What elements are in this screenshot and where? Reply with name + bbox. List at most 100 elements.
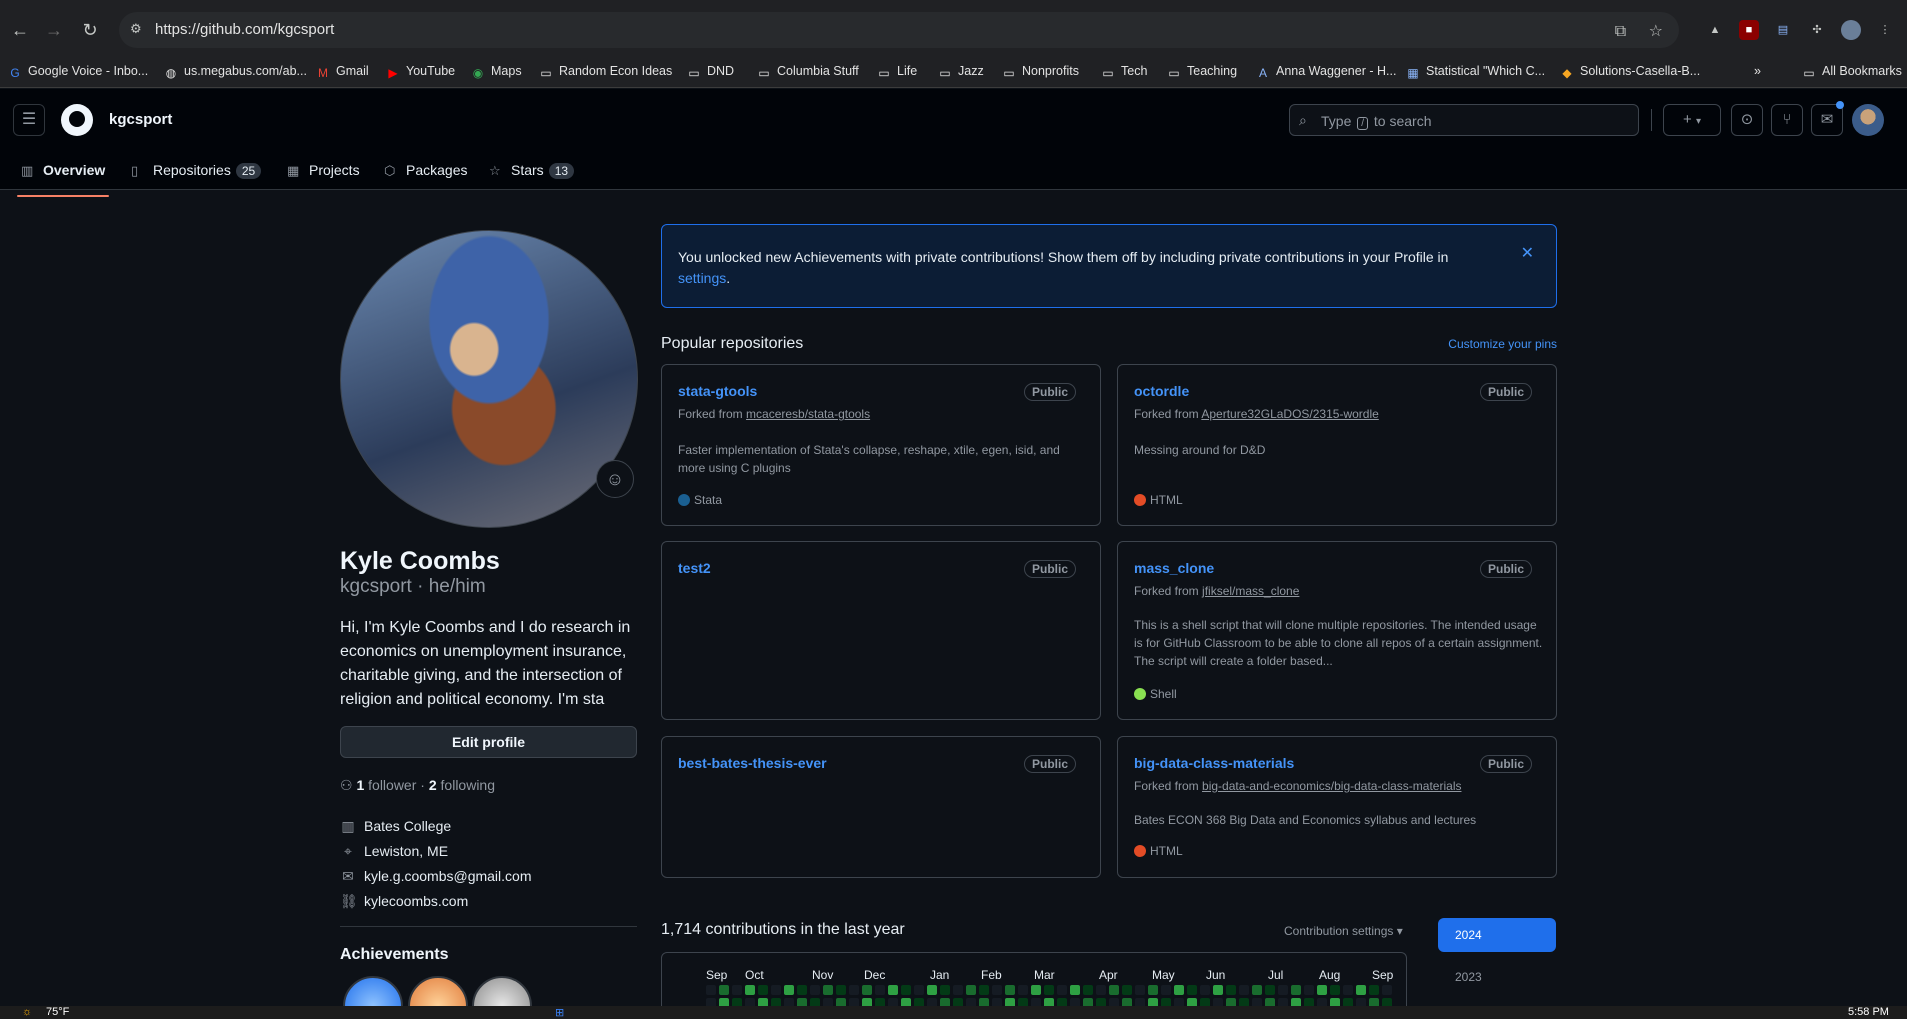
contribution-cell[interactable] [1304, 985, 1314, 995]
contribution-cell[interactable] [1252, 985, 1262, 995]
contribution-cell[interactable] [745, 985, 755, 995]
contribution-cell[interactable] [758, 985, 768, 995]
repo-card[interactable]: best-bates-thesis-ever Public [661, 736, 1101, 878]
contribution-cell[interactable] [1317, 985, 1327, 995]
year-2024-button[interactable]: 2024 [1438, 918, 1556, 952]
bookmark-google-voice[interactable]: G Google Voice - Inbo... [8, 64, 148, 80]
repo-card[interactable]: test2 Public [661, 541, 1101, 720]
forked-from-link[interactable]: mcaceresb/stata-gtools [746, 407, 870, 421]
contribution-cell[interactable] [901, 985, 911, 995]
following-count[interactable]: 2 [429, 777, 437, 793]
bookmark-solutions-casella[interactable]: ◆ Solutions-Casella-B... [1560, 64, 1700, 80]
close-icon[interactable]: ✕ [1521, 243, 1534, 263]
back-icon[interactable]: ← [8, 18, 32, 42]
contribution-cell[interactable] [875, 985, 885, 995]
bookmark-anna-waggener[interactable]: A Anna Waggener - H... [1256, 64, 1396, 80]
contribution-cell[interactable] [1005, 985, 1015, 995]
contribution-cell[interactable] [1239, 985, 1249, 995]
bookmark-youtube[interactable]: ▶ YouTube [386, 64, 455, 80]
bookmark-folder-columbia[interactable]: ▭ Columbia Stuff [757, 64, 858, 80]
site-settings-icon[interactable]: ⚙ [130, 21, 148, 39]
contribution-cell[interactable] [1161, 985, 1171, 995]
contribution-cell[interactable] [706, 985, 716, 995]
contribution-cell[interactable] [732, 985, 742, 995]
bookmark-folder-teaching[interactable]: ▭ Teaching [1167, 64, 1237, 80]
customize-pins-link[interactable]: Customize your pins [1448, 337, 1557, 351]
edit-profile-button[interactable]: Edit profile [340, 726, 637, 758]
repo-name-link[interactable]: best-bates-thesis-ever [678, 755, 827, 771]
contribution-cell[interactable] [771, 985, 781, 995]
repo-card[interactable]: big-data-class-materials Public Forked f… [1117, 736, 1557, 878]
contribution-cell[interactable] [1096, 985, 1106, 995]
user-avatar[interactable] [1852, 104, 1884, 136]
reload-icon[interactable]: ↻ [78, 18, 102, 42]
profile-website[interactable]: ⛓ kylecoombs.com [340, 893, 468, 910]
profile-avatar[interactable] [340, 230, 638, 528]
bookmark-gmail[interactable]: M Gmail [316, 64, 369, 80]
header-username[interactable]: kgcsport [109, 111, 172, 128]
contribution-cell[interactable] [719, 985, 729, 995]
more-bookmarks-button[interactable]: » [1754, 64, 1761, 78]
contribution-cell[interactable] [1200, 985, 1210, 995]
search-input[interactable]: ⌕ Type / to search [1289, 104, 1639, 136]
contribution-cell[interactable] [1148, 985, 1158, 995]
contribution-cell[interactable] [1070, 985, 1080, 995]
repo-card[interactable]: mass_clone Public Forked from jfiksel/ma… [1117, 541, 1557, 720]
contribution-cell[interactable] [1291, 985, 1301, 995]
tab-packages[interactable]: ⬡ Packages [384, 162, 467, 196]
repo-name-link[interactable]: stata-gtools [678, 383, 757, 399]
repo-name-link[interactable]: mass_clone [1134, 560, 1214, 576]
followers-count[interactable]: 1 [356, 777, 364, 793]
bookmark-folder-nonprofits[interactable]: ▭ Nonprofits [1002, 64, 1079, 80]
windows-start-icon[interactable]: ⊞ [555, 1006, 564, 1019]
contribution-settings-dropdown[interactable]: Contribution settings ▾ [1284, 924, 1403, 938]
smiley-icon[interactable]: ☺ [596, 460, 634, 498]
contribution-cell[interactable] [1369, 985, 1379, 995]
forward-icon[interactable]: → [42, 18, 66, 42]
contribution-cell[interactable] [953, 985, 963, 995]
contribution-cell[interactable] [1109, 985, 1119, 995]
contribution-cell[interactable] [1031, 985, 1041, 995]
contribution-cell[interactable] [1330, 985, 1340, 995]
repo-card[interactable]: stata-gtools Public Forked from mcaceres… [661, 364, 1101, 526]
contribution-cell[interactable] [1265, 985, 1275, 995]
year-2023-button[interactable]: 2023 [1455, 970, 1482, 984]
contribution-cell[interactable] [888, 985, 898, 995]
profile-avatar-icon[interactable] [1841, 20, 1861, 40]
contribution-cell[interactable] [1174, 985, 1184, 995]
contribution-cell[interactable] [1226, 985, 1236, 995]
contribution-cell[interactable] [992, 985, 1002, 995]
all-bookmarks-button[interactable]: ▭ All Bookmarks [1802, 64, 1902, 80]
extension-icon[interactable]: ▲ [1705, 20, 1725, 40]
contribution-cell[interactable] [940, 985, 950, 995]
settings-link[interactable]: settings [678, 270, 726, 286]
bookmark-folder-dnd[interactable]: ▭ DND [687, 64, 734, 80]
forked-from-link[interactable]: big-data-and-economics/big-data-class-ma… [1202, 779, 1461, 793]
forked-from-link[interactable]: Aperture32GLaDOS/2315-wordle [1201, 407, 1378, 421]
contribution-cell[interactable] [1044, 985, 1054, 995]
tab-stars[interactable]: ☆ Stars 13 [489, 162, 575, 196]
contribution-cell[interactable] [823, 985, 833, 995]
extension-doc-icon[interactable]: ▤ [1773, 20, 1793, 40]
contribution-cell[interactable] [1356, 985, 1366, 995]
contribution-cell[interactable] [1187, 985, 1197, 995]
repo-card[interactable]: octordle Public Forked from Aperture32GL… [1117, 364, 1557, 526]
bookmark-star-icon[interactable]: ☆ [1649, 23, 1663, 40]
address-bar[interactable]: ⚙ https://github.com/kgcsport ⧉ ☆ [119, 12, 1679, 48]
profile-email[interactable]: ✉ kyle.g.coombs@gmail.com [340, 868, 531, 885]
pull-requests-icon[interactable]: ⑂ [1771, 104, 1803, 136]
contribution-cell[interactable] [1083, 985, 1093, 995]
tab-projects[interactable]: ▦ Projects [287, 162, 360, 196]
bookmark-maps[interactable]: ◉ Maps [471, 64, 522, 80]
bookmark-folder-life[interactable]: ▭ Life [877, 64, 917, 80]
contribution-cell[interactable] [784, 985, 794, 995]
bookmark-folder-jazz[interactable]: ▭ Jazz [938, 64, 983, 80]
install-app-icon[interactable]: ⧉ [1615, 23, 1626, 40]
following-label[interactable]: following [441, 777, 495, 793]
contribution-cell[interactable] [1057, 985, 1067, 995]
contribution-cell[interactable] [979, 985, 989, 995]
contribution-cell[interactable] [1278, 985, 1288, 995]
bookmark-statistical[interactable]: ▦ Statistical "Which C... [1406, 64, 1545, 80]
hamburger-menu-icon[interactable]: ☰ [13, 104, 45, 136]
contribution-cell[interactable] [810, 985, 820, 995]
